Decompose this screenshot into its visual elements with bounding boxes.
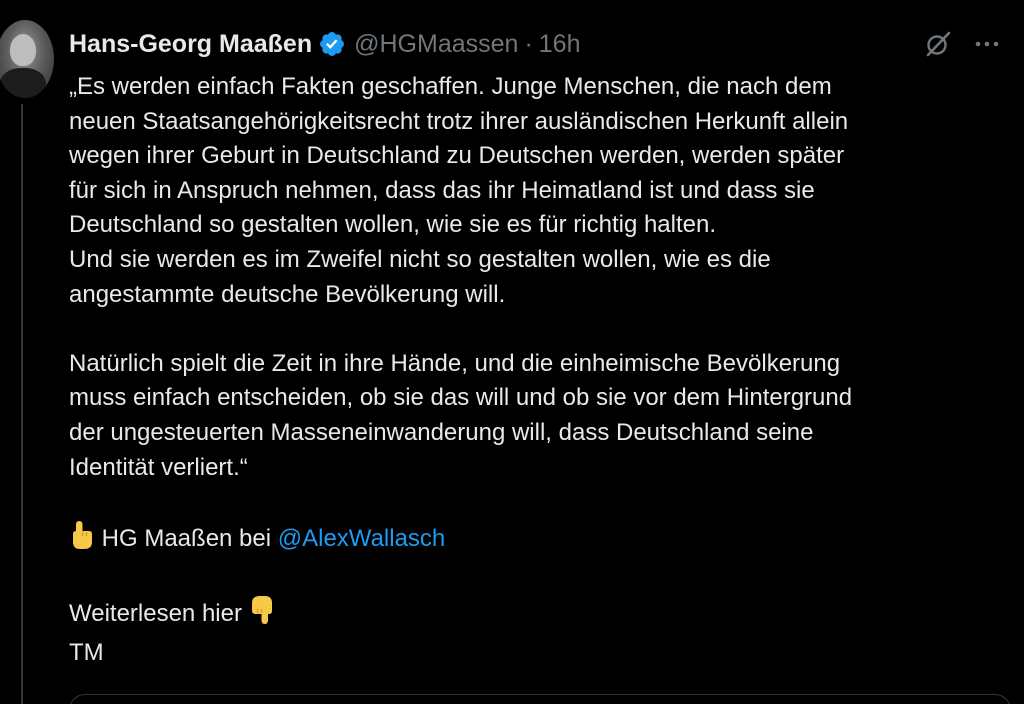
- read-more-line: Weiterlesen hier: [69, 595, 1009, 636]
- tweet-text-line: für sich in Anspruch nehmen, dass das ih…: [69, 176, 815, 204]
- tweet-text-line: Identität verliert.“: [69, 453, 248, 481]
- link-preview-card[interactable]: [69, 694, 1011, 704]
- mention-link[interactable]: @AlexWallasch: [278, 525, 446, 552]
- tweet-text-line: „Es werden einfach Fakten geschaffen. Ju…: [69, 73, 832, 100]
- verified-badge-icon[interactable]: [318, 30, 346, 58]
- author-handle[interactable]: @HGMaassen: [354, 30, 518, 59]
- more-options-icon[interactable]: [972, 30, 1002, 58]
- tweet-text-line: neuen Staatsangehörigkeitsrecht trotz ih…: [69, 107, 849, 135]
- grok-icon[interactable]: [924, 30, 952, 58]
- backhand-index-pointing-up-emoji: [69, 520, 95, 561]
- thread-line: [21, 104, 23, 704]
- source-line: HG Maaßen bei @AlexWallasch: [69, 520, 1009, 561]
- avatar-face: [10, 34, 36, 66]
- tweet-text-line: muss einfach entscheiden, ob sie das wil…: [69, 384, 853, 412]
- tweet-timestamp[interactable]: 16h: [539, 30, 581, 59]
- tweet-text-line: Deutschland so gestalten wollen, wie sie…: [69, 211, 717, 239]
- tweet-text-line: Natürlich spielt die Zeit in ihre Hände,…: [69, 349, 841, 377]
- source-text: HG Maaßen bei: [101, 524, 272, 552]
- signature: TM: [69, 638, 104, 666]
- tweet-text-line: wegen ihrer Geburt in Deutschland zu Deu…: [69, 142, 845, 170]
- avatar[interactable]: [0, 20, 54, 98]
- tweet-header: Hans-Georg Maaßen @HGMaassen · 16h: [69, 26, 580, 62]
- tweet-text-line: Und sie werden es im Zweifel nicht so ge…: [69, 245, 771, 273]
- tweet-text: „Es werden einfach Fakten geschaffen. Ju…: [69, 70, 1009, 670]
- header-separator: ·: [524, 29, 533, 58]
- backhand-index-pointing-down-emoji: [249, 595, 275, 636]
- tweet-text-line: der ungesteuerten Masseneinwanderung wil…: [69, 418, 814, 446]
- read-more-text: Weiterlesen hier: [69, 599, 242, 627]
- tweet: Hans-Georg Maaßen @HGMaassen · 16h „Es w…: [0, 0, 1024, 704]
- avatar-shoulders: [0, 68, 46, 98]
- author-display-name[interactable]: Hans-Georg Maaßen: [69, 30, 312, 59]
- tweet-text-line: angestammte deutsche Bevölkerung will.: [69, 280, 506, 308]
